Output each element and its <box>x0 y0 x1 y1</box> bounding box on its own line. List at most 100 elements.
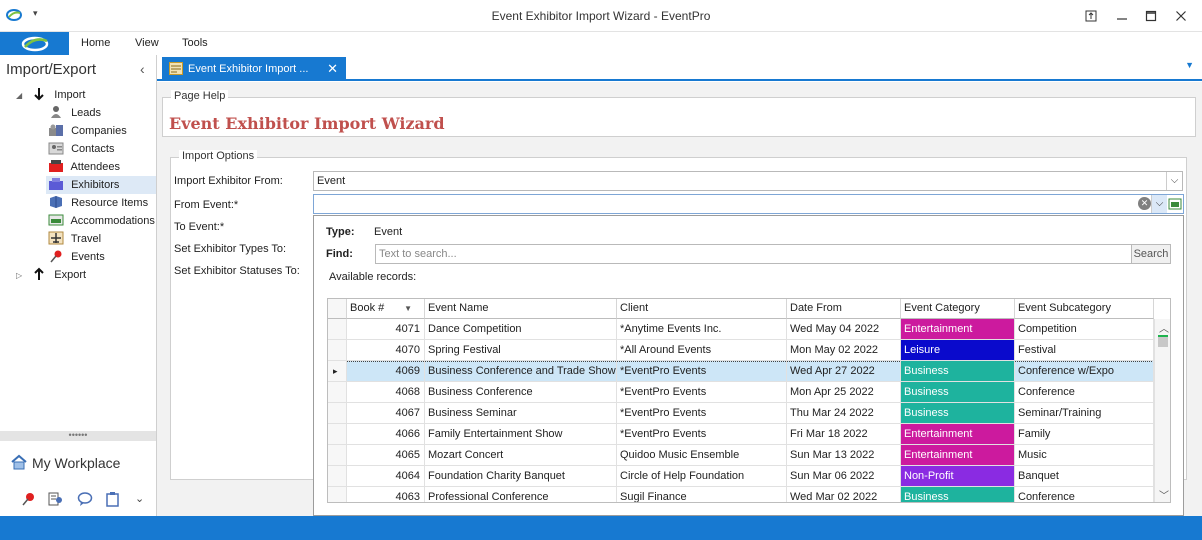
wizard-tab-icon <box>169 62 183 75</box>
contact-card-icon <box>48 141 64 155</box>
cell-date: Sun Mar 13 2022 <box>787 445 901 466</box>
tree-item-resource-items[interactable]: Resource Items <box>48 194 148 212</box>
row-indicator[interactable] <box>328 424 347 445</box>
column-header[interactable]: Event Subcategory <box>1015 299 1154 319</box>
column-header[interactable]: Date From <box>787 299 901 319</box>
sidebar-title: Import/Export <box>6 61 97 78</box>
tree-item-label: Import <box>54 89 86 101</box>
clipboard-icon[interactable] <box>105 491 121 507</box>
ribbon-tab-view[interactable]: View <box>135 37 159 49</box>
page-help-group: Page Help Event Exhibitor Import Wizard <box>162 90 1196 137</box>
row-indicator[interactable] <box>328 382 347 403</box>
cell-name: Family Entertainment Show <box>425 424 617 445</box>
building-icon <box>48 123 64 137</box>
import-options-legend: Import Options <box>179 150 258 162</box>
search-placeholder: Text to search... <box>379 248 457 260</box>
expanded-triangle-icon[interactable]: ◢ <box>16 91 22 100</box>
tree-item-exhibitors[interactable]: Exhibitors <box>46 176 156 194</box>
table-row[interactable]: 4071 Dance Competition *Anytime Events Inc… <box>328 319 1154 340</box>
column-header[interactable]: Client <box>617 299 787 319</box>
chevron-down-icon[interactable]: ⌵ <box>1166 172 1182 190</box>
table-row[interactable]: 4070 Spring Festival *All Around Events Mon… <box>328 340 1154 361</box>
row-indicator[interactable] <box>328 403 347 424</box>
document-tab[interactable]: Event Exhibitor Import ... ✕ <box>162 57 346 81</box>
close-icon[interactable] <box>1170 6 1192 26</box>
tree-item-export[interactable]: ▷ Export <box>16 266 86 284</box>
ribbon-display-icon[interactable] <box>1080 6 1102 26</box>
column-header[interactable]: Book # ▼ <box>347 299 425 319</box>
airplane-icon <box>48 231 64 245</box>
resource-box-icon <box>48 195 64 209</box>
exhibitor-booth-icon <box>48 177 64 191</box>
scroll-down-icon[interactable]: ﹀ <box>1159 487 1169 502</box>
tree-item-events[interactable]: Events <box>48 248 105 266</box>
more-shortcuts-chevron-icon[interactable]: ⌄ <box>135 492 144 505</box>
maximize-icon[interactable] <box>1140 6 1162 26</box>
row-indicator[interactable]: ▸ <box>328 361 347 382</box>
user-list-shortcut-icon[interactable] <box>48 491 64 507</box>
column-header[interactable]: Event Category <box>901 299 1015 319</box>
import-exhibitor-from-label: Import Exhibitor From: <box>174 175 283 187</box>
tree-item-import[interactable]: ◢ Import <box>16 86 85 104</box>
cell-date: Sun Mar 06 2022 <box>787 466 901 487</box>
ribbon-tab-tools[interactable]: Tools <box>182 37 208 49</box>
status-bar <box>0 516 1202 540</box>
clear-value-icon[interactable]: ✕ <box>1138 197 1151 210</box>
cell-name: Professional Conference <box>425 487 617 502</box>
table-row[interactable]: 4066 Family Entertainment Show *EventPro E… <box>328 424 1154 445</box>
cell-client: *All Around Events <box>617 340 787 361</box>
cell-name: Business Conference <box>425 382 617 403</box>
open-record-icon[interactable] <box>1168 197 1182 211</box>
table-row[interactable]: 4063 Professional Conference Sugil Finance… <box>328 487 1154 502</box>
cell-name: Dance Competition <box>425 319 617 340</box>
table-row[interactable]: ▸ 4069 Business Conference and Trade Show *… <box>328 361 1154 382</box>
minimize-icon[interactable] <box>1111 6 1133 26</box>
tree-item-label: Resource Items <box>71 197 149 209</box>
tab-list-dropdown-icon[interactable]: ▼ <box>1185 60 1194 70</box>
tree-item-contacts[interactable]: Contacts <box>48 140 114 158</box>
my-workplace-label: My Workplace <box>32 455 121 471</box>
lookup-dropdown-icon[interactable]: ⌵ <box>1151 195 1167 213</box>
chat-bubble-icon[interactable] <box>77 491 93 507</box>
cell-category: Non-Profit <box>901 466 1015 487</box>
pushpin-shortcut-icon[interactable] <box>20 491 36 507</box>
cell-date: Wed Apr 27 2022 <box>787 361 901 382</box>
cell-date: Mon Apr 25 2022 <box>787 382 901 403</box>
close-tab-icon[interactable]: ✕ <box>327 57 338 81</box>
column-header[interactable]: Event Name <box>425 299 617 319</box>
table-row[interactable]: 4064 Foundation Charity Banquet Circle of … <box>328 466 1154 487</box>
collapsed-triangle-icon[interactable]: ▷ <box>16 271 22 280</box>
collapse-sidebar-icon[interactable]: ‹ <box>140 61 145 77</box>
sidebar-splitter[interactable]: •••••• <box>0 431 156 441</box>
my-workplace-button[interactable]: My Workplace <box>10 453 120 473</box>
search-input[interactable]: Text to search... <box>375 244 1132 264</box>
scrollbar-thumb[interactable] <box>1158 335 1168 347</box>
tree-item-leads[interactable]: Leads <box>48 104 101 122</box>
cell-client: *Anytime Events Inc. <box>617 319 787 340</box>
table-row[interactable]: 4067 Business Seminar *EventPro Events Thu … <box>328 403 1154 424</box>
table-row[interactable]: 4068 Business Conference *EventPro Events M… <box>328 382 1154 403</box>
tree-item-accommodations[interactable]: Accommodations <box>48 212 155 230</box>
file-menu-button[interactable] <box>0 32 69 55</box>
row-indicator[interactable] <box>328 466 347 487</box>
row-indicator[interactable] <box>328 445 347 466</box>
tree-item-travel[interactable]: Travel <box>48 230 101 248</box>
find-label: Find: <box>326 248 353 260</box>
tree-item-attendees[interactable]: Attendees <box>48 158 120 176</box>
vertical-scrollbar[interactable]: ︿ ﹀ <box>1154 319 1170 502</box>
event-lookup-popup: Type: Event Find: Text to search... Sear… <box>313 215 1184 516</box>
tree-item-companies[interactable]: Companies <box>48 122 127 140</box>
from-event-lookup-field[interactable]: ✕ ⌵ <box>313 194 1184 214</box>
row-indicator[interactable] <box>328 340 347 361</box>
search-button[interactable]: Search <box>1131 244 1171 264</box>
scroll-up-icon[interactable]: ︿ <box>1159 320 1169 335</box>
sort-descending-icon[interactable]: ▼ <box>404 299 412 318</box>
ribbon-tab-home[interactable]: Home <box>81 37 110 49</box>
import-exhibitor-from-value: Event <box>317 175 346 187</box>
person-icon <box>48 105 64 119</box>
import-exhibitor-from-select[interactable]: Event ⌵ <box>313 171 1183 191</box>
row-indicator[interactable] <box>328 319 347 340</box>
ribbon-tabs: Home View Tools <box>0 32 1202 55</box>
row-indicator[interactable] <box>328 487 347 502</box>
table-row[interactable]: 4065 Mozart Concert Quidoo Music Ensemble S… <box>328 445 1154 466</box>
